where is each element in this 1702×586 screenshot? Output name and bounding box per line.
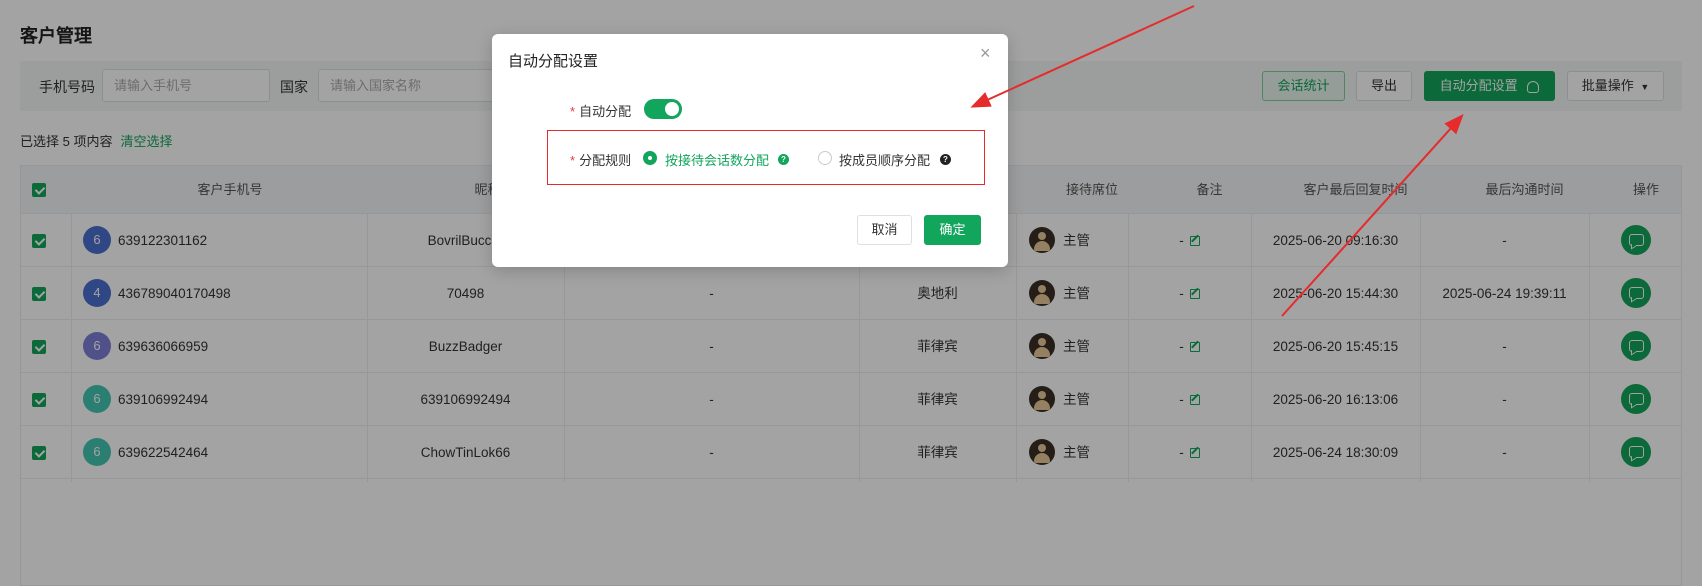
annotation-arrow xyxy=(970,5,1195,108)
annotation-arrows xyxy=(970,5,1464,317)
annotation-arrow xyxy=(1281,114,1464,317)
